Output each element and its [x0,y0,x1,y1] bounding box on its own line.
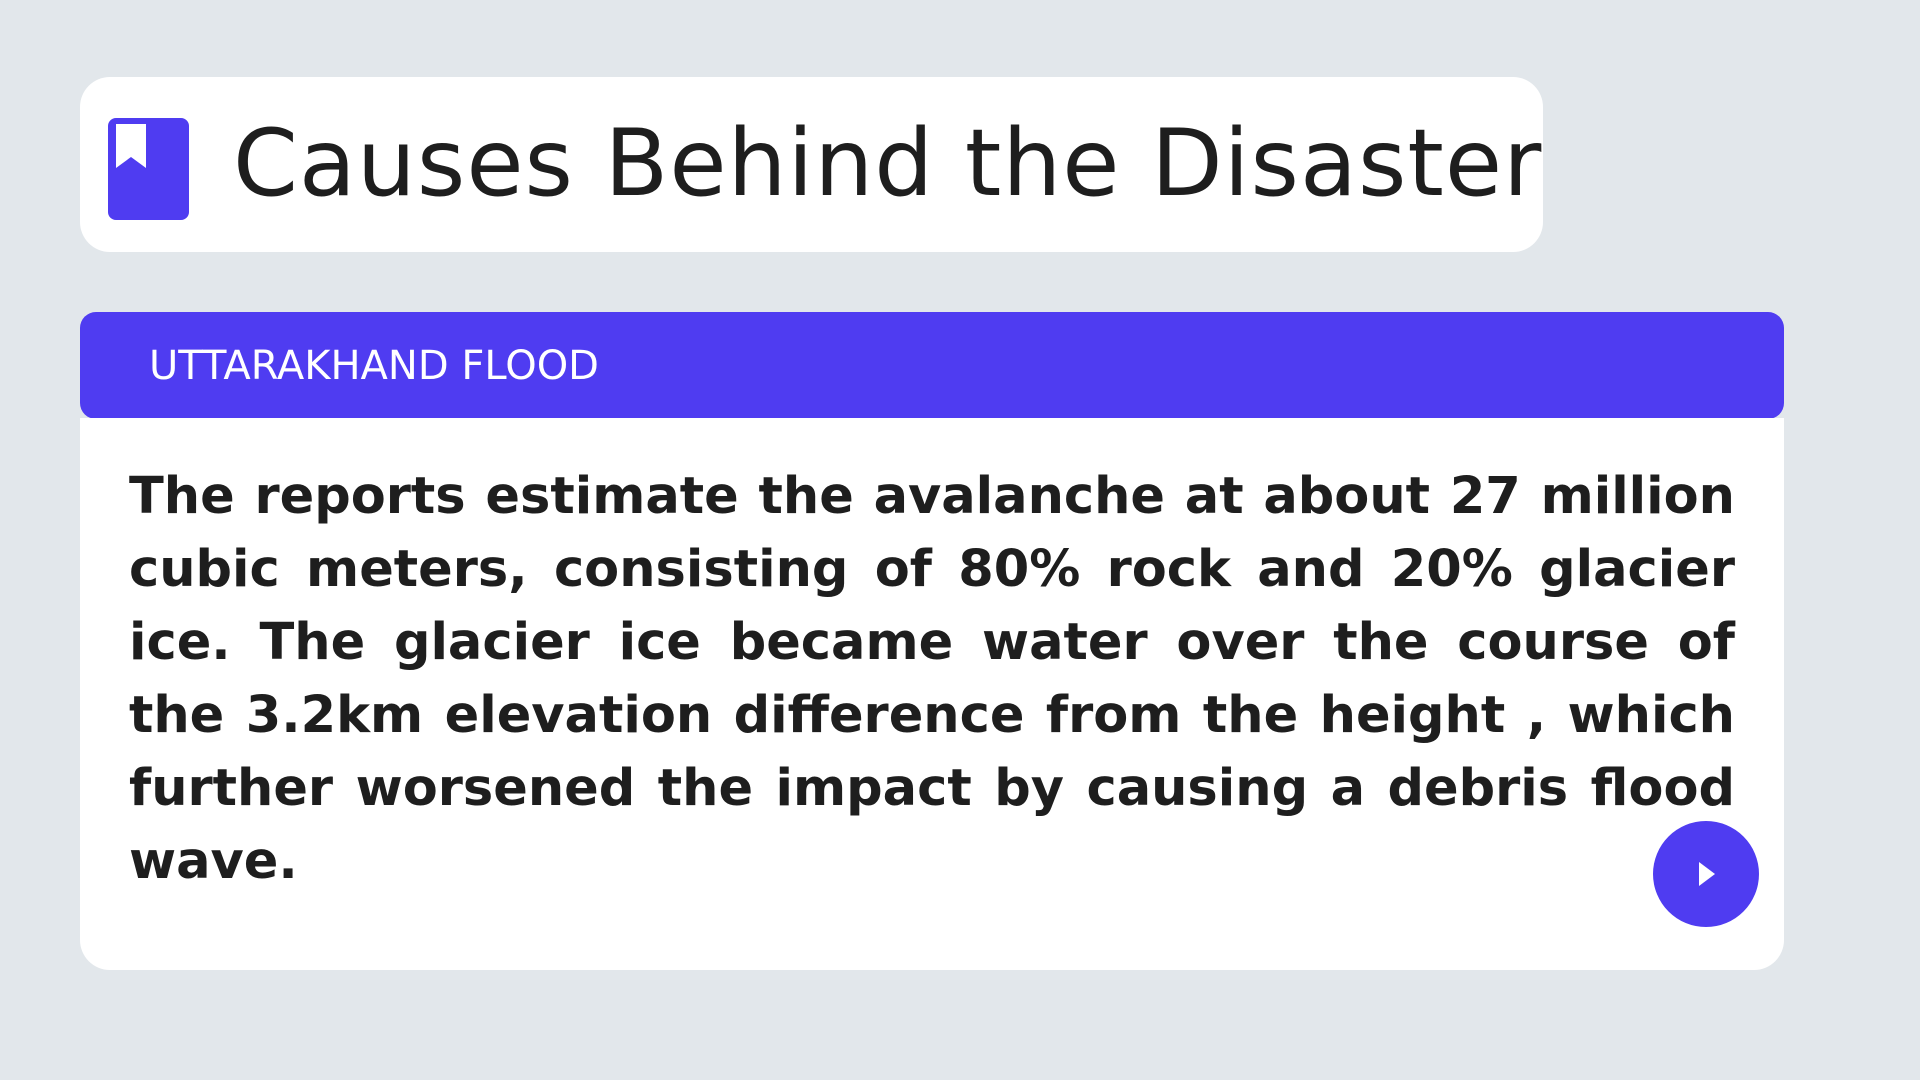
section-label: UTTARAKHAND FLOOD [149,343,599,389]
section-header: UTTARAKHAND FLOOD [80,312,1784,419]
body-text: The reports estimate the avalanche at ab… [129,467,1735,891]
title-card: Causes Behind the Disaster [80,77,1543,252]
play-icon [1699,862,1715,886]
bookmark-icon [108,118,189,220]
page-title: Causes Behind the Disaster [233,109,1543,217]
content-card: The reports estimate the avalanche at ab… [80,418,1784,970]
play-button[interactable] [1653,821,1759,927]
